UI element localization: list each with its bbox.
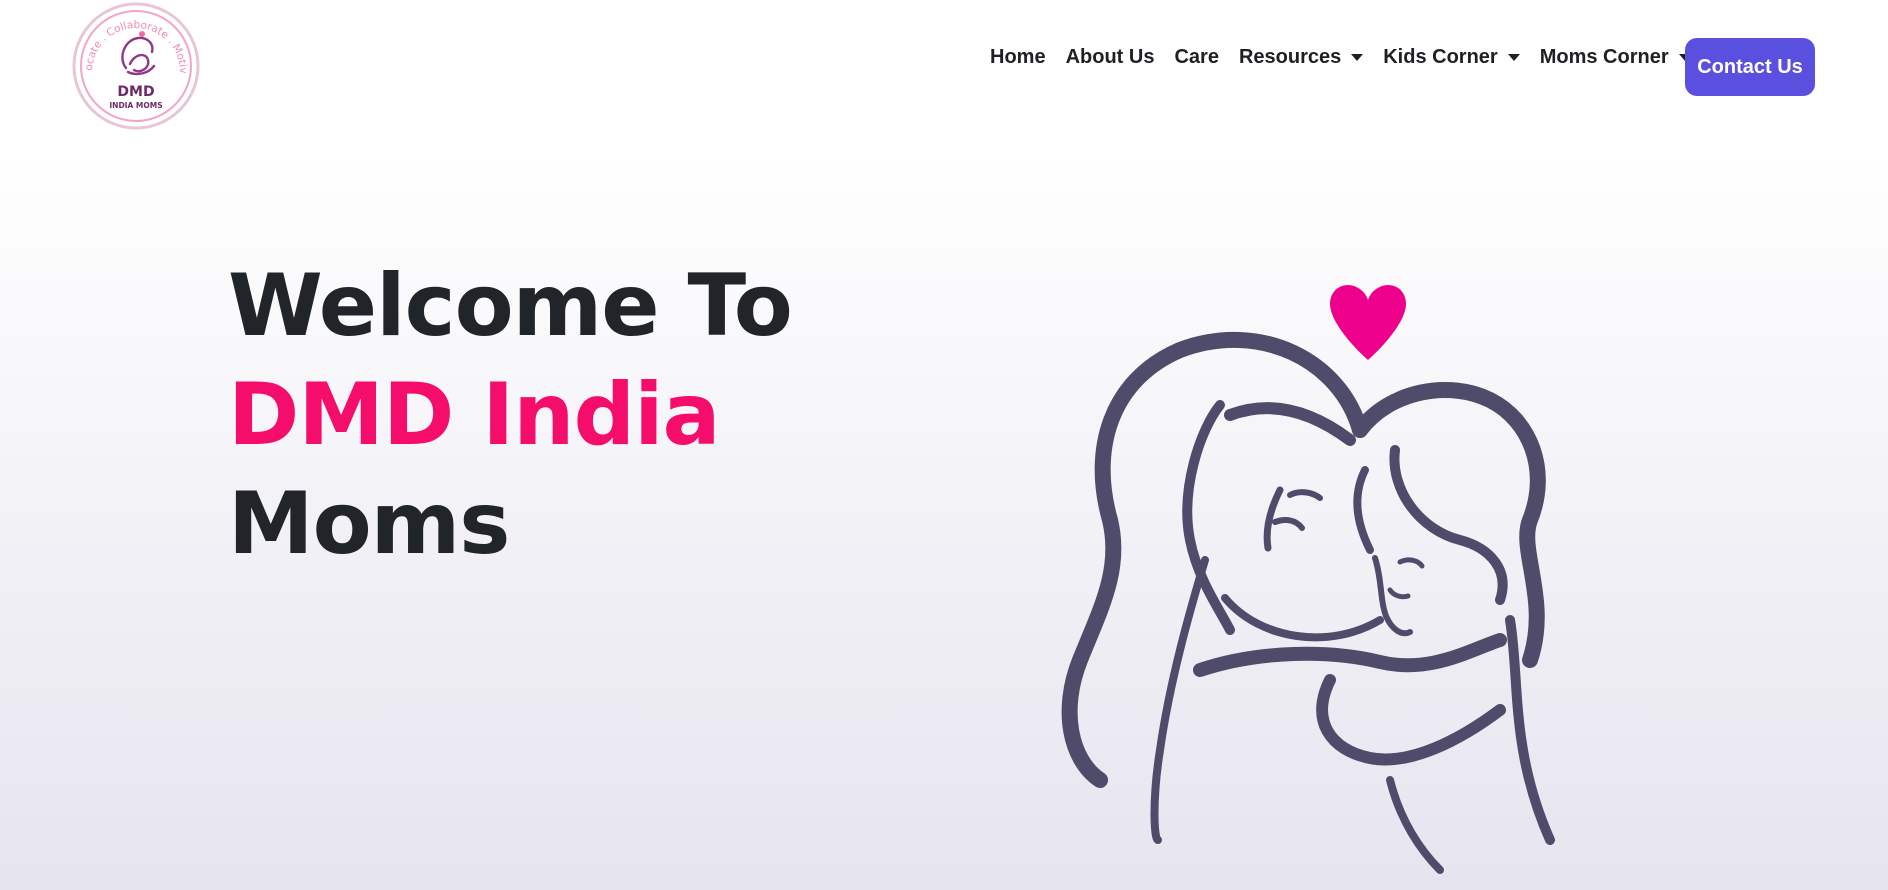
caret-down-icon xyxy=(1351,54,1364,61)
logo-emblem-icon: Advocate . Collaborate . Motivate DMD IN… xyxy=(72,2,200,130)
hero-heading: Welcome To DMD India Moms xyxy=(228,252,793,579)
nav-item-moms-corner[interactable]: Moms Corner xyxy=(1530,46,1701,69)
nav-item-care[interactable]: Care xyxy=(1164,46,1228,69)
nav-item-kids-corner[interactable]: Kids Corner xyxy=(1373,46,1529,69)
nav-item-label: Care xyxy=(1174,46,1219,68)
nav-item-about-us[interactable]: About Us xyxy=(1056,46,1165,69)
nav-item-label: Kids Corner xyxy=(1383,46,1498,68)
brand-logo[interactable]: Advocate . Collaborate . Motivate DMD IN… xyxy=(72,2,200,130)
hero-line-welcome: Welcome To xyxy=(228,256,793,356)
main-nav: Home About Us Care Resources Kids Corner… xyxy=(980,46,1701,69)
nav-item-label: Moms Corner xyxy=(1539,46,1669,68)
hero-illustration xyxy=(1030,280,1630,880)
hero-line-brand: DMD India xyxy=(228,365,721,465)
heart-icon xyxy=(1330,284,1406,360)
nav-item-label: About Us xyxy=(1065,46,1155,68)
contact-us-button[interactable]: Contact Us xyxy=(1685,38,1815,96)
nav-item-home[interactable]: Home xyxy=(980,46,1056,69)
navbar: Advocate . Collaborate . Motivate DMD IN… xyxy=(0,0,1888,135)
logo-title: DMD xyxy=(117,84,154,100)
nav-item-label: Home xyxy=(990,46,1046,68)
nav-item-label: Resources xyxy=(1238,46,1342,68)
hero-line-moms: Moms xyxy=(228,474,510,574)
mother-kissing-child-illustration xyxy=(1061,284,1555,874)
caret-down-icon xyxy=(1507,54,1520,61)
nav-item-resources[interactable]: Resources xyxy=(1229,46,1373,69)
logo-subtitle: INDIA MOMS xyxy=(109,101,162,110)
